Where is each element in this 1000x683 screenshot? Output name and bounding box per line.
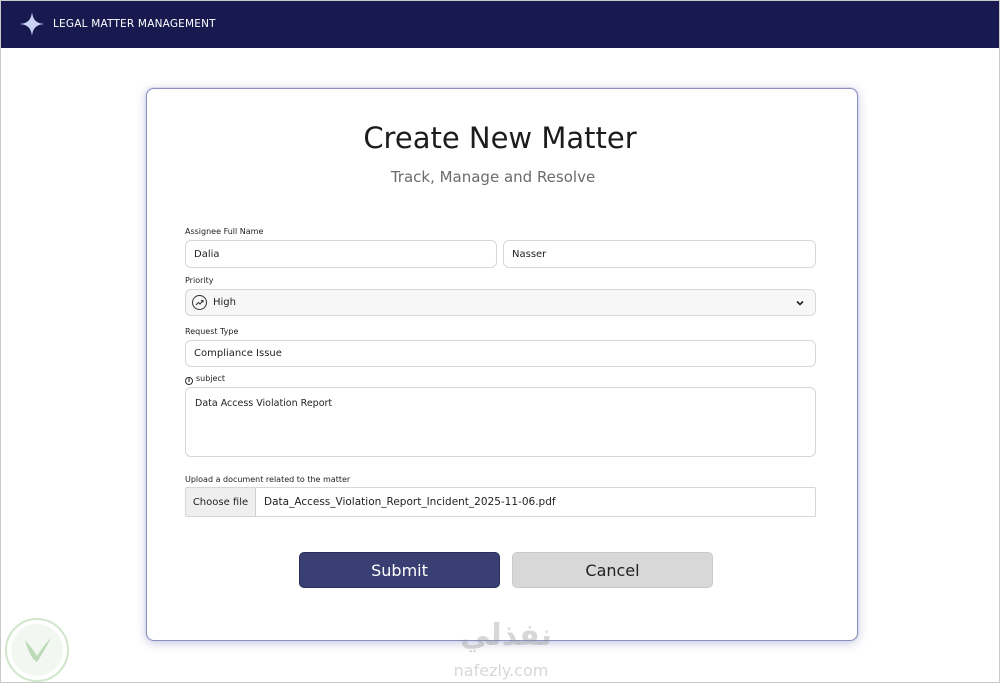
request-type-label: Request Type [185,327,239,336]
subject-label: i subject [185,374,225,385]
subject-value: Data Access Violation Report [195,398,333,409]
last-name-field[interactable]: Nasser [503,240,816,268]
trend-up-icon [192,295,207,310]
four-point-star-icon [20,12,44,36]
cancel-button[interactable]: Cancel [512,552,713,588]
info-icon: i [185,377,193,385]
submit-button[interactable]: Submit [299,552,500,588]
last-name-value: Nasser [512,248,547,260]
file-name: Data_Access_Violation_Report_Incident_20… [264,496,556,508]
choose-file-button[interactable]: Choose file [186,488,256,516]
chevron-down-icon [796,300,804,306]
file-upload: Choose file Data_Access_Violation_Report… [185,487,816,517]
request-type-value: Compliance Issue [194,348,282,359]
top-bar: LEGAL MATTER MANAGEMENT [1,1,999,48]
priority-select[interactable]: High [185,289,816,316]
subject-textarea[interactable]: Data Access Violation Report [185,387,816,457]
assignee-label: Assignee Full Name [185,227,264,236]
watermark-text: نفذلي [460,618,552,653]
priority-value: High [213,297,236,308]
request-type-field[interactable]: Compliance Issue [185,340,816,367]
app-title: LEGAL MATTER MANAGEMENT [53,18,216,30]
first-name-field[interactable]: Dalia [185,240,497,268]
page-title: Create New Matter [363,121,637,155]
first-name-value: Dalia [194,248,220,260]
page-subtitle: Track, Manage and Resolve [390,168,596,186]
subject-label-text: subject [196,374,225,383]
watermark-url: nafezly.com [453,661,549,680]
watermark-logo [5,618,69,682]
priority-label: Priority [185,276,214,285]
upload-label: Upload a document related to the matter [185,475,351,484]
